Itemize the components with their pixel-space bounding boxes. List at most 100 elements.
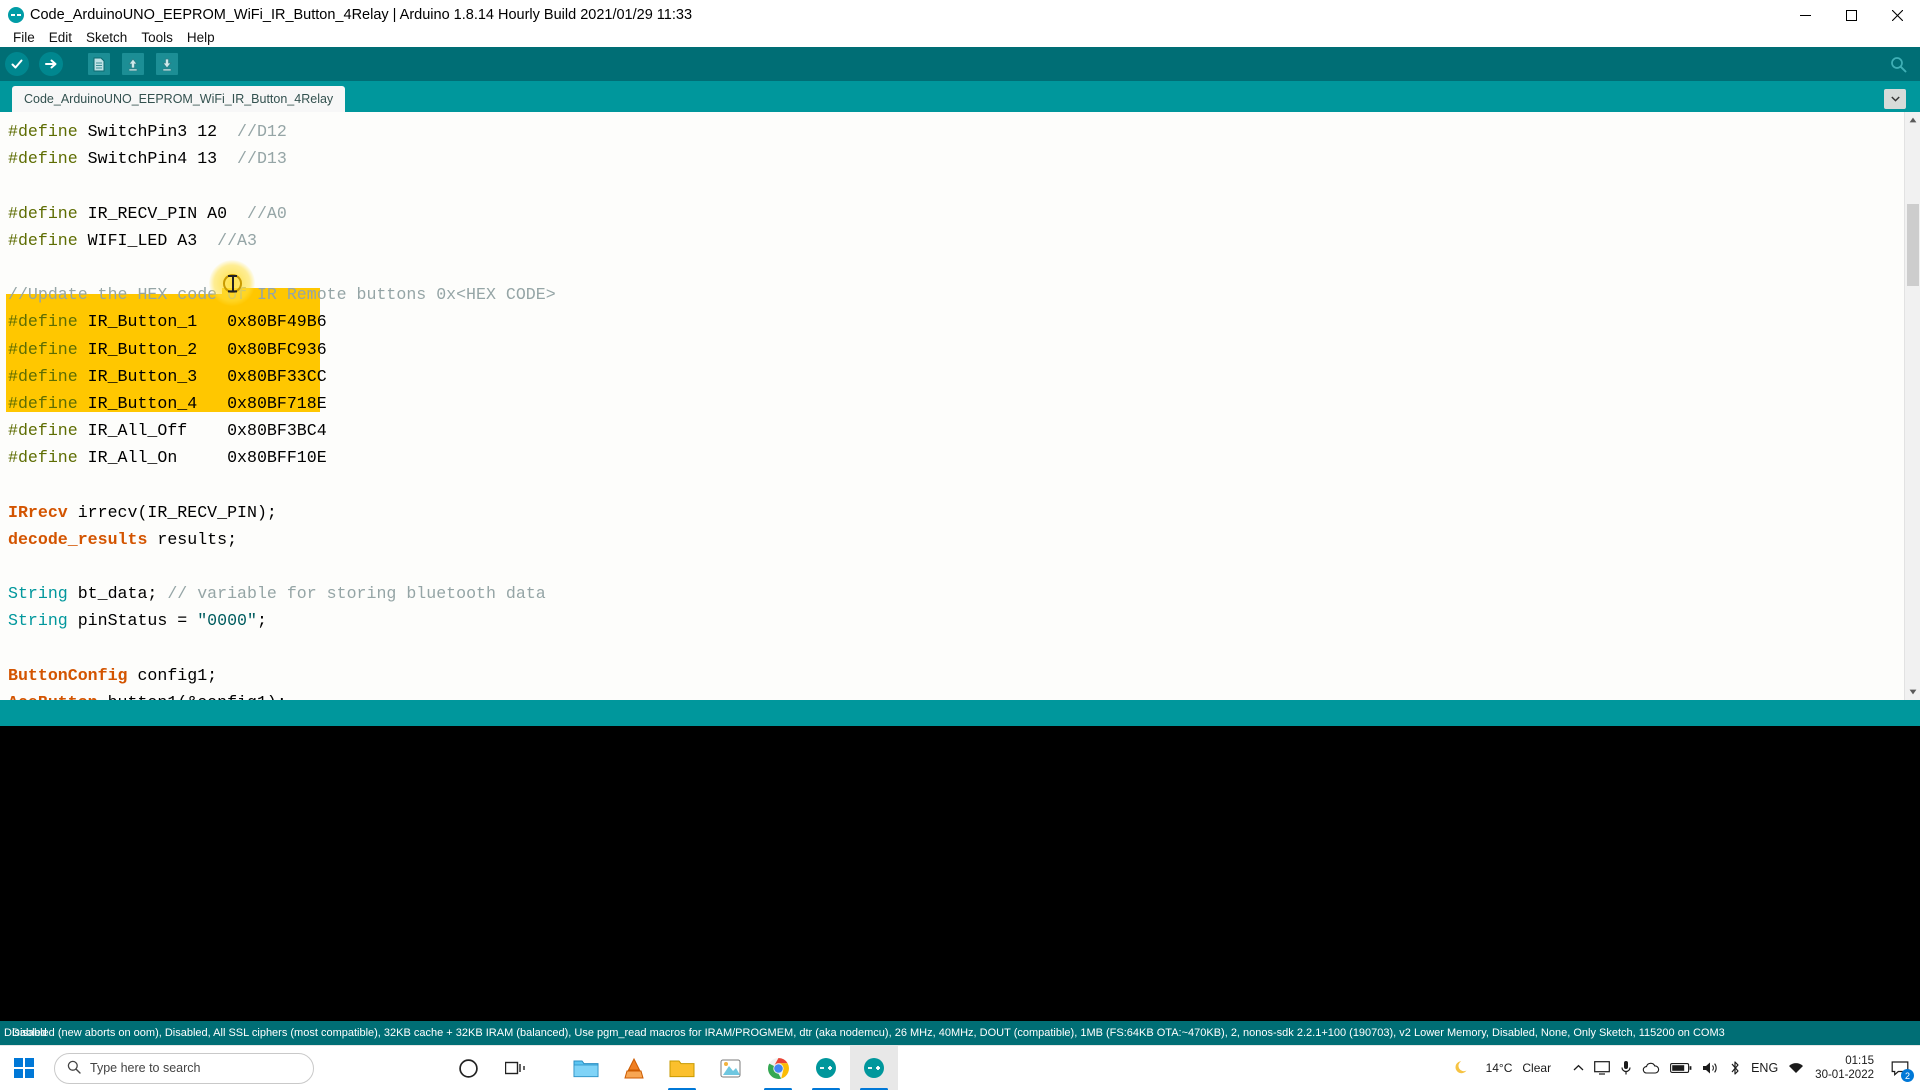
arduino-ide-icon[interactable] xyxy=(802,1046,850,1090)
window-controls xyxy=(1782,0,1920,30)
code-token: IR_RECV_PIN A0 xyxy=(77,203,248,223)
search-input[interactable]: Type here to search xyxy=(54,1052,314,1084)
battery-icon[interactable] xyxy=(1665,1062,1697,1074)
code-line: #define IR_All_Off 0x80BF3BC4 xyxy=(8,417,1920,444)
code-token: #define xyxy=(8,366,78,386)
speaker-volume-icon[interactable] xyxy=(1697,1061,1724,1075)
new-sketch-button[interactable] xyxy=(82,47,116,81)
code-token: 0x80BF33CC xyxy=(227,366,327,386)
close-icon[interactable] xyxy=(1874,0,1920,30)
code-line: decode_results results; xyxy=(8,526,1920,553)
menu-item-sketch[interactable]: Sketch xyxy=(79,29,134,46)
chevron-up-icon[interactable] xyxy=(1568,1064,1589,1072)
code-token: //A0 xyxy=(247,203,287,223)
code-token: 0x80BFF10E xyxy=(227,448,327,468)
code-token: 0x80BF718E xyxy=(227,393,327,413)
code-line: #define IR_Button_1 0x80BF49B6 xyxy=(8,308,1920,335)
code-token: AceButton xyxy=(8,693,98,700)
search-placeholder-text: Type here to search xyxy=(90,1061,201,1075)
bluetooth-icon[interactable] xyxy=(1724,1060,1746,1076)
code-line: ButtonConfig config1; xyxy=(8,662,1920,689)
window-title: Code_ArduinoUNO_EEPROM_WiFi_IR_Button_4R… xyxy=(30,7,693,23)
vlc-media-player-icon[interactable] xyxy=(610,1046,658,1090)
taskbar-clock[interactable]: 01:15 30-01-2022 xyxy=(1809,1054,1884,1082)
clock-date: 30-01-2022 xyxy=(1815,1069,1874,1081)
arduino-ide-window: Code_ArduinoUNO_EEPROM_WiFi_IR_Button_4R… xyxy=(0,0,1920,1090)
tab-active-sketch[interactable]: Code_ArduinoUNO_EEPROM_WiFi_IR_Button_4R… xyxy=(12,86,346,112)
code-token: // variable for storing bluetooth data xyxy=(167,584,546,604)
moon-clear-icon[interactable] xyxy=(1449,1059,1477,1077)
serial-monitor-button[interactable] xyxy=(1884,50,1912,78)
code-line: #define IR_RECV_PIN A0 //A0 xyxy=(8,200,1920,227)
code-line: #define IR_Button_3 0x80BF33CC xyxy=(8,363,1920,390)
code-token: IR_Button_2 xyxy=(77,339,228,359)
code-token: #define xyxy=(8,230,78,250)
windows-start-icon[interactable] xyxy=(0,1046,48,1090)
code-token: IR_Button_1 xyxy=(77,312,228,332)
save-sketch-button[interactable] xyxy=(150,47,184,81)
microphone-icon[interactable] xyxy=(1615,1060,1637,1076)
code-line: #define IR_Button_4 0x80BF718E xyxy=(8,390,1920,417)
code-token: #define xyxy=(8,339,78,359)
scrollbar-thumb[interactable] xyxy=(1907,204,1919,286)
console-output-area[interactable] xyxy=(0,726,1920,1021)
arrow-up-open-icon xyxy=(122,53,144,75)
language-indicator[interactable]: ENG xyxy=(1746,1061,1783,1075)
menu-item-tools[interactable]: Tools xyxy=(134,29,180,46)
code-line: #define IR_All_On 0x80BFF10E xyxy=(8,444,1920,471)
menu-item-help[interactable]: Help xyxy=(180,29,222,46)
minimize-icon[interactable] xyxy=(1782,0,1828,30)
code-line: //Update the HEX code of IR Remote butto… xyxy=(8,281,1920,308)
code-token: #define xyxy=(8,149,78,169)
task-view-icon[interactable] xyxy=(492,1046,540,1090)
chevron-down-icon[interactable] xyxy=(1884,89,1906,109)
editor-vertical-scrollbar[interactable] xyxy=(1904,112,1920,700)
code-token: #define xyxy=(8,393,78,413)
code-token: //D12 xyxy=(237,122,287,141)
code-line xyxy=(8,254,1920,281)
network-icon[interactable] xyxy=(1783,1061,1809,1075)
code-line: IRrecv irrecv(IR_RECV_PIN); xyxy=(8,499,1920,526)
code-token: 0x80BF3BC4 xyxy=(227,421,327,441)
arduino-ide-active-icon[interactable] xyxy=(850,1045,898,1090)
code-token: IRrecv xyxy=(8,502,68,522)
display-icon[interactable] xyxy=(1589,1061,1615,1075)
code-line xyxy=(8,553,1920,580)
upload-button[interactable] xyxy=(34,47,68,81)
scroll-up-icon[interactable] xyxy=(1905,112,1920,128)
title-bar: Code_ArduinoUNO_EEPROM_WiFi_IR_Button_4R… xyxy=(0,0,1920,30)
code-token: String xyxy=(8,611,68,631)
menu-item-file[interactable]: File xyxy=(6,29,42,46)
open-sketch-button[interactable] xyxy=(116,47,150,81)
code-token: "0000" xyxy=(197,611,257,631)
console-title-bar xyxy=(0,700,1920,726)
code-line: #define SwitchPin4 13 //D13 xyxy=(8,145,1920,172)
notification-center-button[interactable]: 2 xyxy=(1884,1057,1916,1082)
code-text[interactable]: #define SwitchPin3 12 //D12 #define Switc… xyxy=(0,112,1920,700)
onedrive-cloud-icon[interactable] xyxy=(1637,1062,1665,1075)
folder-icon[interactable] xyxy=(658,1046,706,1090)
verify-button[interactable] xyxy=(0,47,34,81)
code-token: WIFI_LED A3 xyxy=(77,230,218,250)
system-tray: 14°C Clear ENG 01:15 30-01-2022 2 xyxy=(1449,1046,1920,1090)
maximize-icon[interactable] xyxy=(1828,0,1874,30)
paint-3d-icon[interactable] xyxy=(706,1046,754,1090)
google-chrome-icon[interactable] xyxy=(754,1046,802,1090)
windows-taskbar: Type here to search 14°C Clear ENG 01:15… xyxy=(0,1045,1920,1090)
clock-time: 01:15 xyxy=(1845,1055,1874,1067)
code-token: ; xyxy=(256,611,267,631)
code-editor[interactable]: #define SwitchPin3 12 //D12 #define Switc… xyxy=(0,112,1920,700)
file-explorer-icon[interactable] xyxy=(562,1046,610,1090)
menu-bar: File Edit Sketch Tools Help xyxy=(0,27,1920,47)
scroll-down-icon[interactable] xyxy=(1905,684,1920,700)
code-token: #define xyxy=(8,448,78,468)
code-token: #define xyxy=(8,312,78,332)
cortana-circle-icon[interactable] xyxy=(444,1046,492,1090)
menu-item-edit[interactable]: Edit xyxy=(42,29,79,46)
code-token: 0x80BF49B6 xyxy=(227,312,327,332)
code-line: String bt_data; // variable for storing … xyxy=(8,580,1920,607)
notification-icon: 2 xyxy=(1889,1057,1914,1082)
